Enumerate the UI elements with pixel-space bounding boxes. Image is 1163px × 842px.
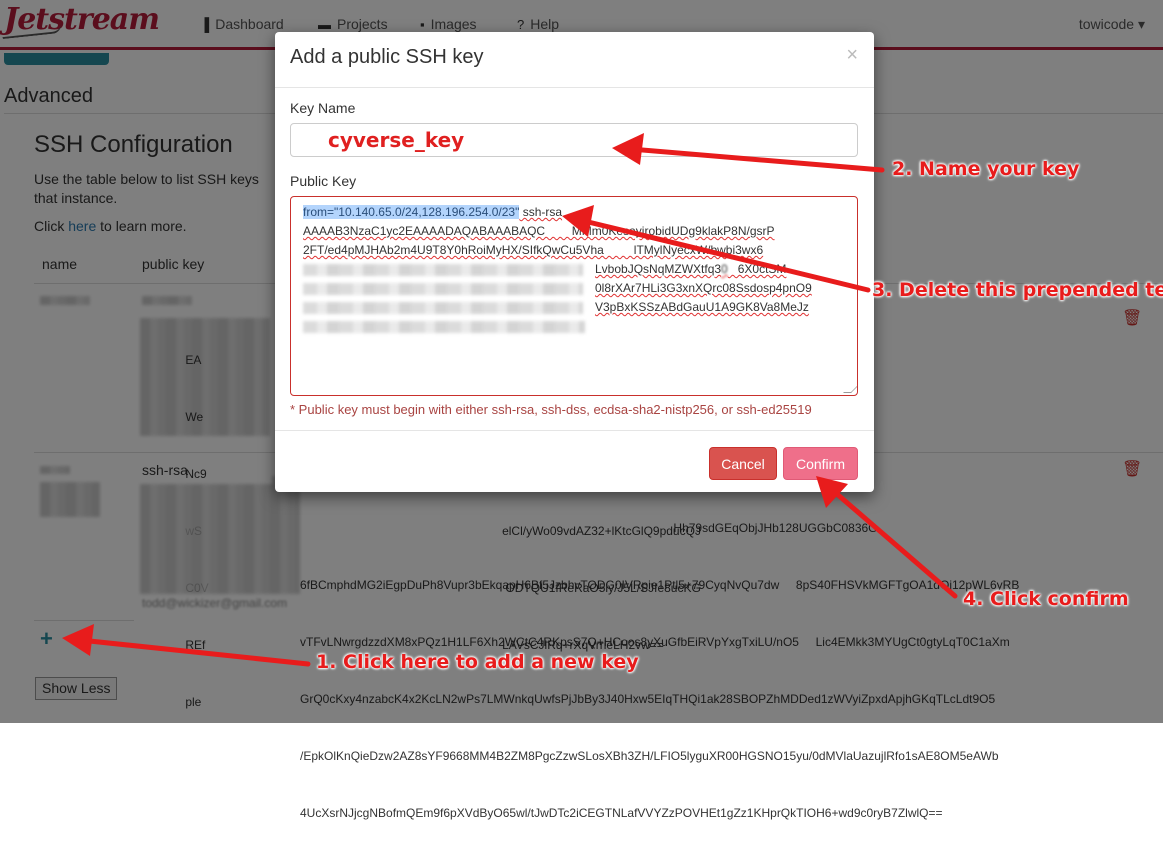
annotation-step1: 1. Click here to add a new key xyxy=(316,651,639,673)
row2-key-line: /EpkOlKnQieDzw2AZ8sYF9668MM4B2ZM8PgcZzwS… xyxy=(300,749,999,763)
public-key-line: AAAAB3NzaC1yc2EAAAADAQABAAABAQC MMm0Kesa… xyxy=(303,224,775,238)
public-key-line: 2FT/ed4pMJHAb2m4U9T8Y0hRoiMyHX/SIfkQwCu5… xyxy=(303,243,764,257)
redacted-blur xyxy=(303,264,583,276)
public-key-line-wrap: V3pBxKSSzABdGauU1A9GK8Va8MeJz xyxy=(303,298,845,317)
public-key-line: V3pBxKSSzABdGauU1A9GK8Va8MeJz xyxy=(595,300,809,314)
redacted-blur xyxy=(303,302,583,314)
public-key-line: LvbobJQsNqMZWXtfq30 6X0ctSM xyxy=(595,262,787,276)
modal-header-divider xyxy=(275,87,874,88)
public-key-line-wrap: 0l8rXAr7HLi3G3xnXQrc08Ssdosp4pnO9 xyxy=(303,279,845,298)
row2-key-line: 4UcXsrNJjcgNBofmQEm9f6pXVdByO65wl/tJwDTc… xyxy=(300,806,943,820)
key-name-label: Key Name xyxy=(290,100,356,116)
annotation-step2: 2. Name your key xyxy=(892,158,1080,180)
cancel-button[interactable]: Cancel xyxy=(709,447,777,480)
annotation-step3: 3. Delete this prepended text xyxy=(872,279,1163,301)
key-name-input[interactable]: cyverse_key xyxy=(290,123,858,157)
annotation-step4: 4. Click confirm xyxy=(963,588,1129,610)
public-key-textarea[interactable]: from="10.140.65.0/24,128.196.254.0/23" s… xyxy=(290,196,858,396)
add-ssh-key-modal: Add a public SSH key × Key Name cyverse_… xyxy=(275,32,874,492)
public-key-line-wrap: LvbobJQsNqMZWXtfq30 6X0ctSM xyxy=(303,260,845,279)
selected-prepended-text: from="10.140.65.0/24,128.196.254.0/23" xyxy=(303,205,520,219)
public-key-error: * Public key must begin with either ssh-… xyxy=(290,402,812,417)
public-key-line-wrap xyxy=(303,317,845,336)
redacted-blur xyxy=(303,283,583,295)
close-icon[interactable]: × xyxy=(846,44,858,67)
public-key-line: ssh-rsa xyxy=(519,205,563,219)
redacted-blur xyxy=(303,321,585,333)
confirm-button[interactable]: Confirm xyxy=(783,447,858,480)
modal-footer-divider xyxy=(275,430,874,431)
public-key-line: 0l8rXAr7HLi3G3xnXQrc08Ssdosp4pnO9 xyxy=(595,281,812,295)
textarea-resize-handle[interactable] xyxy=(843,385,857,393)
public-key-label: Public Key xyxy=(290,173,357,189)
modal-title: Add a public SSH key xyxy=(290,46,484,68)
